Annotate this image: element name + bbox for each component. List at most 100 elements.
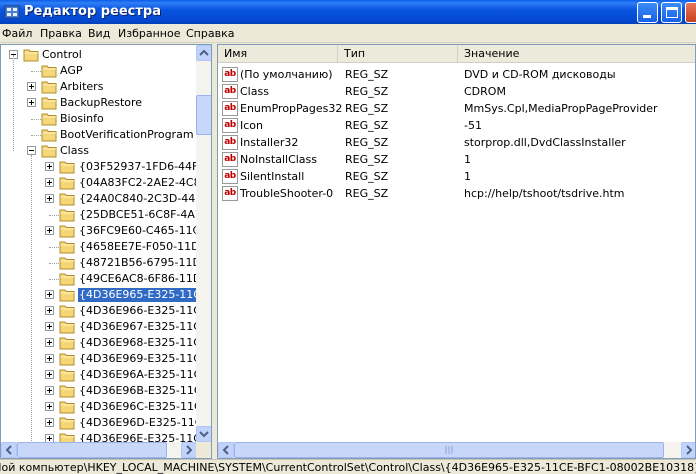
reg-sz-icon: ab [222,152,238,167]
folder-icon [41,113,57,126]
list-scroll-right-button[interactable] [681,442,695,458]
folder-icon [59,353,75,366]
folder-icon [59,321,75,334]
close-button[interactable] [685,2,696,23]
tree-item-label: {24A0C840-2C3D-4410 [79,192,197,205]
tree-vertical-scrollbar[interactable] [196,45,211,442]
menu-help[interactable]: Справка [186,27,234,40]
menu-file[interactable]: Файл [2,27,32,40]
tree-connector [31,71,41,72]
expand-icon[interactable] [45,194,54,203]
value-row[interactable]: ab SilentInstall REG_SZ 1 [218,168,695,185]
list-scroll-left-button[interactable] [218,442,234,458]
value-name: Installer32 [240,136,299,149]
tree-item[interactable]: BackupRestore [1,95,197,111]
expand-icon[interactable] [45,162,54,171]
value-type: REG_SZ [345,102,389,115]
scroll-right-button[interactable] [181,442,197,458]
value-name: EnumPropPages32 [240,102,343,115]
value-row[interactable]: ab NoInstallClass REG_SZ 1 [218,151,695,168]
expand-icon[interactable] [45,386,54,395]
folder-icon [59,161,75,174]
expand-icon[interactable] [45,322,54,331]
menu-favorites[interactable]: Избранное [118,27,180,40]
value-row[interactable]: ab EnumPropPages32 REG_SZ MmSys.Cpl,MediaPr… [218,100,695,117]
tree-connector [49,263,59,264]
menu-view[interactable]: Вид [88,27,110,40]
expand-icon[interactable] [27,82,36,91]
folder-icon [41,129,57,142]
maximize-icon [666,7,678,18]
value-type: REG_SZ [345,170,389,183]
reg-sz-icon: ab [222,118,238,133]
chevron-left-icon [222,445,229,455]
chevron-left-icon [5,445,12,455]
chevron-up-icon [199,49,209,56]
scroll-down-button[interactable] [196,426,211,442]
column-header-type[interactable]: Тип [338,45,458,63]
tree-item-label: {4D36E969-E325-11CE- [79,352,197,365]
tree-item[interactable]: BootVerificationProgram [1,127,197,143]
scroll-up-button[interactable] [196,45,211,61]
tree-item-label: {25DBCE51-6C8F-4A72 [79,208,197,221]
tree-connector [49,247,59,248]
list-hscroll-thumb[interactable] [234,442,664,458]
title-bar[interactable]: Редактор реестра [0,0,696,24]
list-horizontal-scrollbar[interactable] [218,442,695,458]
value-name: TroubleShooter-0 [240,187,334,200]
expand-icon[interactable] [45,338,54,347]
expand-icon[interactable] [45,178,54,187]
tree-connector [31,119,41,120]
value-name: SilentInstall [240,170,305,183]
minimize-icon [643,15,651,18]
tree-item-label: {4D36E965-E325-11CE- [77,287,197,303]
value-row[interactable]: ab TroubleShooter-0 REG_SZ hcp://help/tshoo… [218,185,695,202]
tree-item[interactable]: Biosinfo [1,111,197,127]
value-type: REG_SZ [345,187,389,200]
expand-icon[interactable] [45,354,54,363]
value-data: CDROM [464,85,506,98]
scrollbar-corner [196,442,211,458]
folder-icon [59,209,75,222]
tree-item[interactable]: Arbiters [1,79,197,95]
tree-guide-line [13,55,14,151]
expand-icon[interactable] [45,290,54,299]
reg-sz-icon: ab [222,101,238,116]
chevron-right-icon [186,445,193,455]
folder-icon [59,225,75,238]
expand-icon[interactable] [45,418,54,427]
expand-icon[interactable] [45,306,54,315]
expand-icon[interactable] [45,370,54,379]
value-row[interactable]: ab (По умолчанию) REG_SZ DVD и CD-ROM диско… [218,66,695,83]
tree-item[interactable]: AGP [1,63,197,79]
tree-item-label: {36FC9E60-C465-11CF- [79,224,197,237]
expand-icon[interactable] [45,402,54,411]
tree-item[interactable]: Control [1,47,197,63]
expand-icon[interactable] [27,98,36,107]
chevron-down-icon [199,431,209,438]
maximize-button[interactable] [661,2,682,23]
tree-item-label: {4D36E96B-E325-11CE- [79,384,197,397]
tree-scroll-thumb[interactable] [196,95,211,135]
column-header-value[interactable]: Значение [458,45,695,63]
tree-item-label: {4D36E96A-E325-11CE- [79,368,197,381]
tree-horizontal-scrollbar[interactable] [1,442,197,458]
minimize-button[interactable] [637,2,658,23]
status-bar: Мой компьютер\HKEY_LOCAL_MACHINE\SYSTEM\… [0,459,696,474]
tree-hscroll-thumb[interactable] [17,442,167,458]
reg-sz-icon: ab [222,67,238,82]
value-row[interactable]: ab Installer32 REG_SZ storprop.dll,DvdClass… [218,134,695,151]
collapse-icon[interactable] [27,146,36,155]
values-list[interactable]: Имя Тип Значение ab (По умолчанию) REG_SZ D… [217,44,696,459]
registry-tree[interactable]: Control AGP Arbiters BackupRestore Biosinfo B… [0,44,212,459]
value-data: hcp://help/tshoot/tsdrive.htm [464,187,625,200]
column-header-name[interactable]: Имя [218,45,338,63]
menu-edit[interactable]: Правка [40,27,82,40]
value-row[interactable]: ab Class REG_SZ CDROM [218,83,695,100]
value-row[interactable]: ab Icon REG_SZ -51 [218,117,695,134]
expand-icon[interactable] [45,226,54,235]
scroll-left-button[interactable] [1,442,17,458]
value-data: 1 [464,170,471,183]
tree-item-label: {49CE6AC8-6F86-11D2 [79,272,197,285]
value-type: REG_SZ [345,68,389,81]
